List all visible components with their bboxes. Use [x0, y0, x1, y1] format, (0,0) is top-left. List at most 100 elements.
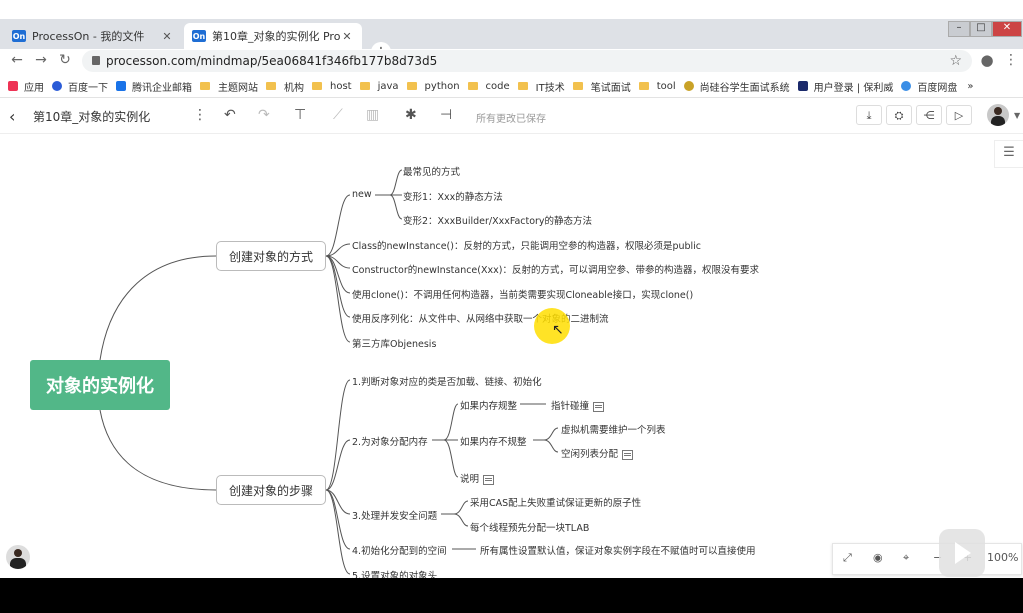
maximize-button[interactable]: □: [970, 21, 992, 37]
bookmark-folder[interactable]: tool: [638, 80, 676, 92]
avatar[interactable]: [987, 104, 1009, 126]
topic-step[interactable]: 2.为对象分配内存: [352, 434, 428, 448]
close-icon[interactable]: ✕: [340, 30, 354, 43]
apps-grid-icon: [8, 81, 18, 91]
layout-icon[interactable]: ▥: [366, 107, 379, 123]
avatar[interactable]: [6, 545, 30, 569]
topic-new-child[interactable]: 最常见的方式: [403, 164, 460, 178]
tab-mindmap[interactable]: On 第10章_对象的实例化 ProcessOn ✕: [184, 23, 362, 49]
close-window-button[interactable]: ✕: [992, 21, 1022, 37]
share-icon[interactable]: ⋲: [916, 105, 942, 125]
branch-create-ways[interactable]: 创建对象的方式: [216, 241, 326, 271]
bookmark-folder[interactable]: java: [359, 80, 399, 92]
branch-create-steps[interactable]: 创建对象的步骤: [216, 475, 326, 505]
bookmark-folder[interactable]: host: [312, 81, 352, 92]
zoom-level: 100%: [987, 551, 1019, 564]
topic-item[interactable]: 使用clone()：不调用任何构造器，当前类需要实现Cloneable接口，实现…: [352, 287, 693, 301]
document-title[interactable]: 第10章_对象的实例化: [33, 108, 150, 125]
bookmark-folder[interactable]: 笔试面试: [572, 79, 631, 94]
forward-arrow-icon[interactable]: →: [32, 51, 50, 69]
topic-sub[interactable]: 所有属性设置默认值，保证对象实例字段在不赋值时可以直接使用: [480, 543, 756, 557]
bookmark-more[interactable]: »: [967, 81, 973, 92]
more-vertical-icon[interactable]: ⋮: [193, 107, 207, 123]
topic-new[interactable]: new: [352, 189, 372, 200]
bookmark-tencent-mail[interactable]: 腾讯企业邮箱: [116, 79, 192, 94]
bookmark-folder[interactable]: 机构: [266, 79, 304, 94]
topic-sub[interactable]: 采用CAS配上失败重试保证更新的原子性: [470, 495, 641, 509]
back-arrow-icon[interactable]: ←: [8, 51, 26, 69]
bookmark-baidu-pan[interactable]: 百度网盘: [901, 79, 957, 94]
topic-item[interactable]: 使用反序列化：从文件中、从网络中获取一个对象的二进制流: [352, 311, 609, 325]
redo-icon[interactable]: ↷: [258, 107, 270, 123]
bookmark-label: python: [424, 80, 460, 92]
play-icon[interactable]: ▷: [946, 105, 972, 125]
bookmark-apps[interactable]: 应用: [8, 79, 44, 94]
zoom-panel: ⤢ ◉ ⌖ − + 100%: [832, 543, 1022, 575]
bookmark-label: 用户登录 | 保利威: [813, 82, 894, 94]
topic-new-child[interactable]: 变形1：Xxx的静态方法: [403, 189, 503, 203]
magic-wand-icon[interactable]: ✱: [405, 107, 417, 123]
insert-topic-icon[interactable]: ⊣: [440, 107, 452, 123]
settings-sliders-icon[interactable]: ☰: [994, 140, 1023, 168]
topic-sub[interactable]: 如果内存不规整: [460, 434, 527, 448]
topic-step[interactable]: 5.设置对象的对象头: [352, 568, 437, 578]
tab-processon-files[interactable]: On ProcessOn - 我的文件 ✕: [4, 23, 182, 49]
topic-sub[interactable]: 说明: [460, 471, 495, 485]
topic-item[interactable]: Constructor的newInstance(Xxx)：反射的方式，可以调用空…: [352, 262, 759, 276]
folder-icon: [359, 82, 370, 90]
theme-icon[interactable]: ⛭: [886, 105, 912, 125]
profile-icon[interactable]: ●: [978, 51, 996, 69]
topic-sub[interactable]: 如果内存规整: [460, 398, 517, 412]
topic-sub[interactable]: 指针碰撞: [551, 398, 605, 412]
cloud-icon: [901, 81, 912, 91]
close-icon[interactable]: ✕: [160, 30, 174, 43]
mindmap-canvas[interactable]: 对象的实例化 创建对象的方式 创建对象的步骤 new 最常见的方式 变形1：Xx…: [0, 134, 1023, 578]
browser-tab-strip: On ProcessOn - 我的文件 ✕ On 第10章_对象的实例化 Pro…: [0, 19, 1023, 62]
topic-new-child[interactable]: 变形2：XxxBuilder/XxxFactory的静态方法: [403, 213, 592, 227]
folder-icon: [312, 82, 322, 90]
undo-icon[interactable]: ↶: [224, 107, 236, 123]
bookmark-label: java: [377, 80, 399, 92]
processon-icon: On: [192, 30, 206, 42]
topic-step[interactable]: 4.初始化分配到的空间: [352, 543, 447, 557]
screen: On ProcessOn - 我的文件 ✕ On 第10章_对象的实例化 Pro…: [0, 0, 1023, 578]
topic-sub[interactable]: 虚拟机需要维护一个列表: [561, 422, 666, 436]
folder-icon: [638, 82, 649, 90]
bookmark-folder[interactable]: 主题网站: [200, 79, 258, 94]
bookmark-label: host: [330, 80, 352, 92]
bookmark-folder[interactable]: IT技术: [517, 79, 565, 94]
back-chevron-icon[interactable]: ‹: [9, 107, 15, 126]
topic-sub[interactable]: 每个线程预先分配一块TLAB: [470, 520, 589, 534]
root-topic[interactable]: 对象的实例化: [30, 360, 170, 410]
topic-step[interactable]: 1.判断对象对应的类是否加载、链接、初始化: [352, 374, 542, 388]
format-painter-icon[interactable]: ⊤: [294, 107, 306, 123]
reload-icon[interactable]: ↻: [56, 51, 74, 69]
note-icon[interactable]: [593, 401, 605, 412]
note-icon[interactable]: [622, 449, 634, 460]
bookmark-polyv[interactable]: 用户登录 | 保利威: [797, 79, 894, 94]
topic-sub[interactable]: 空闲列表分配: [561, 446, 634, 460]
location-icon[interactable]: ⌖: [903, 551, 909, 565]
star-icon[interactable]: ☆: [949, 50, 962, 72]
fit-screen-icon[interactable]: ⤢: [843, 551, 852, 565]
bookmark-label: tool: [656, 80, 676, 92]
eye-icon[interactable]: ◉: [873, 551, 883, 564]
eraser-icon[interactable]: ⟋: [333, 107, 343, 123]
download-icon[interactable]: ⤓: [856, 105, 882, 125]
bookmark-baidu[interactable]: 百度一下: [52, 79, 108, 94]
topic-item[interactable]: 第三方库Objenesis: [352, 336, 436, 350]
note-icon[interactable]: [483, 474, 495, 485]
bookmark-atguigu[interactable]: 尚硅谷学生面试系统: [683, 79, 790, 94]
bookmark-folder[interactable]: python: [406, 80, 460, 92]
chevron-down-icon[interactable]: ▼: [1014, 111, 1020, 120]
menu-icon[interactable]: ⋮: [1002, 51, 1020, 69]
minimize-button[interactable]: –: [948, 21, 970, 37]
address-bar-row: ← → ↻ processon.com/mindmap/5ea06841f346…: [0, 49, 1023, 73]
topic-item[interactable]: Class的newInstance()：反射的方式，只能调用空参的构造器，权限必…: [352, 238, 701, 252]
bookmark-folder[interactable]: code: [467, 81, 510, 92]
url-bar[interactable]: processon.com/mindmap/5ea06841f346fb177b…: [82, 50, 972, 72]
processon-icon: On: [12, 30, 26, 42]
topic-step[interactable]: 3.处理并发安全问题: [352, 508, 437, 522]
tab-title: 第10章_对象的实例化 ProcessOn: [212, 30, 340, 43]
bookmark-label: 腾讯企业邮箱: [132, 82, 192, 94]
